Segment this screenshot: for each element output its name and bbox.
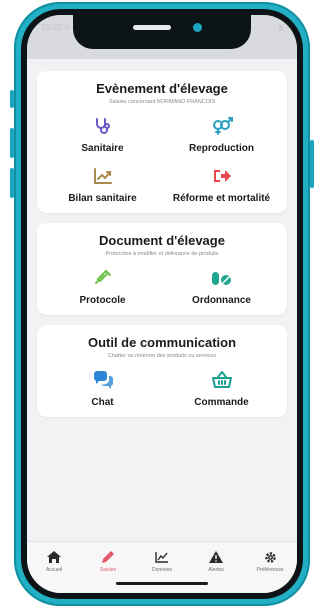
tab-bar: Accueil Saisies Données Alertes Préféren…	[27, 541, 297, 593]
basket-icon	[211, 369, 233, 391]
tile-chat[interactable]: Chat	[43, 369, 162, 409]
tile-reproduction[interactable]: Reproduction	[162, 115, 281, 155]
tile-label: Protocole	[79, 295, 126, 306]
card-subtitle: Saisies concernant NORMAND FRANCOIS	[108, 99, 216, 105]
card-evenement-elevage: Evènement d'élevage Saisies concernant N…	[37, 71, 287, 213]
tile-label: Sanitaire	[81, 143, 124, 154]
tile-bilan-sanitaire[interactable]: Bilan sanitaire	[43, 165, 162, 205]
gear-icon	[264, 550, 277, 564]
card-title: Outil de communication	[87, 335, 237, 350]
tab-preferences[interactable]: Préférences	[243, 550, 297, 593]
notch	[73, 15, 251, 49]
card-document-elevage: Document d'élevage Protocoles à modifier…	[37, 223, 287, 315]
tab-alertes[interactable]: Alertes	[189, 550, 243, 593]
status-indicators: ⋅ ▮	[273, 23, 283, 32]
tile-label: Réforme et mortalité	[172, 193, 271, 204]
pencil-icon	[101, 550, 115, 564]
tab-label: Alertes	[208, 567, 224, 573]
tile-sanitaire[interactable]: Sanitaire	[43, 115, 162, 155]
tile-label: Chat	[91, 397, 114, 408]
chart-line-icon	[93, 165, 113, 187]
camera-icon	[193, 23, 202, 32]
status-bar: 15:02 ✈ ⋅ ▮	[27, 15, 297, 59]
tile-label: Bilan sanitaire	[68, 193, 137, 204]
tile-label: Ordonnance	[192, 295, 251, 306]
card-outil-communication: Outil de communication Chatter ou réserv…	[37, 325, 287, 417]
home-icon	[47, 550, 61, 564]
card-title: Document d'élevage	[99, 233, 225, 248]
chart-icon	[155, 550, 169, 564]
tab-label: Données	[151, 567, 172, 573]
home-indicator[interactable]	[116, 582, 208, 585]
tile-reforme-mortalite[interactable]: Réforme et mortalité	[162, 165, 281, 205]
tile-protocole[interactable]: Protocole	[43, 267, 162, 307]
phone-bezel: 15:02 ✈ ⋅ ▮ Evènement d'élevage Saisies …	[21, 9, 303, 599]
card-subtitle: Protocoles à modifier et délivrance de p…	[105, 251, 219, 257]
alert-icon	[209, 550, 223, 564]
power-button	[310, 140, 314, 188]
tab-donnees[interactable]: Données	[135, 550, 189, 593]
card-title: Evènement d'élevage	[96, 81, 228, 96]
app-screen: 15:02 ✈ ⋅ ▮ Evènement d'élevage Saisies …	[27, 15, 297, 593]
main-content: Evènement d'élevage Saisies concernant N…	[27, 59, 297, 541]
tile-label: Reproduction	[189, 143, 254, 154]
card-subtitle: Chatter ou réserver des produits ou serv…	[107, 353, 217, 359]
tile-ordonnance[interactable]: Ordonnance	[162, 267, 281, 307]
stethoscope-icon	[93, 115, 113, 137]
status-time: 15:02 ✈	[41, 23, 71, 32]
phone-frame: 15:02 ✈ ⋅ ▮ Evènement d'élevage Saisies …	[14, 2, 310, 606]
syringe-icon	[93, 267, 113, 289]
tab-accueil[interactable]: Accueil	[27, 550, 81, 593]
speaker-icon	[133, 25, 171, 30]
tab-label: Préférences	[256, 567, 284, 573]
tile-label: Commande	[194, 397, 249, 408]
tab-label: Saisies	[99, 567, 117, 573]
tile-commande[interactable]: Commande	[162, 369, 281, 409]
sign-out-icon	[212, 165, 232, 187]
pills-icon	[210, 267, 234, 289]
gender-icon	[210, 115, 234, 137]
tab-saisies[interactable]: Saisies	[81, 550, 135, 593]
tab-label: Accueil	[45, 567, 63, 573]
chat-icon	[92, 369, 114, 391]
